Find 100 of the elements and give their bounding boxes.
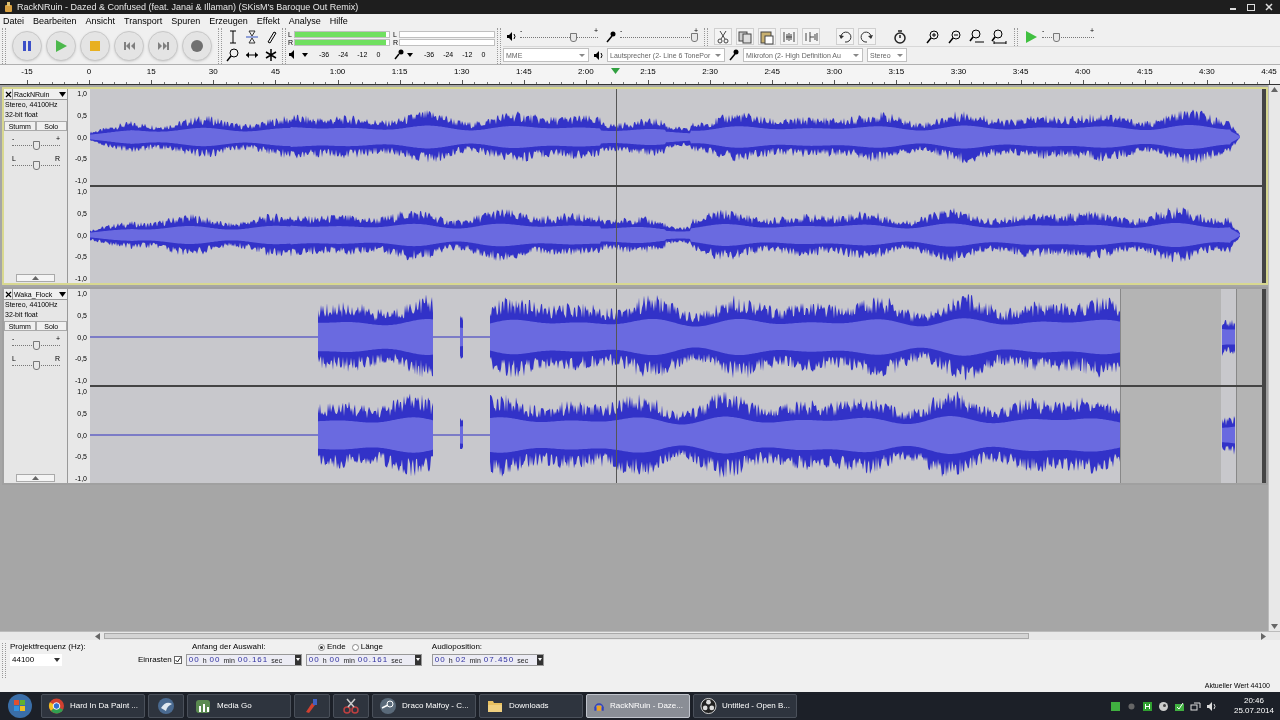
taskbar-button[interactable]: Downloads [479,694,583,718]
skip-to-start-button[interactable] [114,31,144,61]
h-box-icon[interactable] [1141,700,1153,712]
dropdown-arrow-icon [59,291,66,297]
multi-tool-icon[interactable] [263,46,279,63]
check-box-icon[interactable] [1173,700,1185,712]
snap-checkbox[interactable]: Einrasten [138,656,182,664]
slider-thumb[interactable] [1053,32,1061,42]
ruler-label: 1:15 [391,68,408,76]
copy-button[interactable] [736,28,754,46]
ruler-label: 2:45 [764,68,780,76]
record-icon [191,40,203,52]
redo-button[interactable] [858,28,876,46]
undo-button[interactable] [836,28,854,46]
ruler-label: 45 [270,68,280,76]
volume-icon[interactable] [1205,700,1217,712]
ruler-label: 15 [146,68,156,76]
fit-project-icon[interactable] [991,28,1007,45]
slider-thumb[interactable] [32,161,40,170]
ruler-label: 1:45 [516,68,532,76]
menu-item[interactable]: Transport [124,16,163,26]
close-track-button[interactable] [4,89,13,99]
caret-icon [294,655,301,665]
slider-thumb[interactable] [691,32,698,42]
bird-icon [157,697,175,715]
slider-thumb[interactable] [569,32,577,42]
radio-option[interactable]: Länge [351,643,383,651]
menu-item[interactable]: Effekt [256,16,280,26]
tray-app-icon[interactable] [1109,700,1121,712]
menu-item[interactable]: Datei [3,16,24,26]
caret-icon [414,655,421,665]
taskbar-button[interactable]: Media Go [187,694,291,718]
check-icon [174,657,181,663]
record-button[interactable] [182,31,212,61]
taskbar-button[interactable] [148,694,184,718]
menu-item[interactable]: Ansicht [85,16,116,26]
menu-item[interactable]: Analyse [288,16,321,26]
timer-icon[interactable] [892,28,908,45]
waveform[interactable] [90,387,1262,483]
network-icon[interactable] [1189,700,1201,712]
slider-thumb[interactable] [32,141,40,150]
speaker-icon [506,31,516,43]
trim-button[interactable] [780,28,798,46]
collapse-track-button[interactable] [16,274,55,282]
waveform[interactable] [90,89,1262,185]
maximize-icon[interactable] [1244,2,1258,12]
horizontal-scrollbar[interactable] [0,631,1280,640]
ruler-label: 30 [208,68,218,76]
caret-icon [897,52,904,58]
zoom-in-icon[interactable] [925,28,941,45]
scroll-up-icon[interactable] [1271,87,1278,92]
taskbar-button[interactable]: Draco Malfoy - C... [372,694,476,718]
ruler-label: 3:30 [950,68,967,76]
microphone-icon [606,30,616,43]
taskbar-button[interactable] [333,694,369,718]
timeline-ruler[interactable]: -15 0 15 30 45 1:00 1:15 1:30 1:45 2:00 2:15 2:30 2:45 3:00 3:15 3:30 3:45 4:00 4:15 4:30 4:45 [0,65,1280,85]
collapse-track-button[interactable] [16,474,55,482]
taskbar-button[interactable]: Hard In Da Paint ... [41,694,145,718]
ruler-label: 2:30 [702,68,718,76]
scroll-left-icon[interactable] [95,633,100,640]
caret-icon [579,52,586,58]
speaker-icon [593,49,603,61]
skip-to-end-icon [157,42,169,50]
waveform[interactable] [90,289,1262,385]
waveform[interactable] [90,187,1262,283]
slider-thumb[interactable] [32,361,40,370]
ruler-label: 4:45 [1261,68,1277,76]
envelope-tool-icon[interactable] [244,29,260,46]
taskbar-button[interactable]: Untitled - Open B... [693,694,797,718]
menu-item[interactable]: Spuren [171,16,201,26]
clock[interactable]: 20:46 25.07.2014 [1233,696,1274,716]
start-button-icon[interactable] [6,693,34,719]
scissors-button[interactable] [714,28,732,46]
zoom-tool-icon[interactable] [225,46,241,63]
ruler-label: -15 [21,68,33,76]
scroll-down-icon[interactable] [1271,624,1278,629]
vertical-scrollbar[interactable] [1268,85,1280,631]
field-label: Anfang der Auswahl: [192,643,267,651]
fit-selection-icon[interactable] [969,28,985,45]
play-icon [55,40,67,52]
radio-option[interactable]: Ende [318,643,346,651]
scrollbar-thumb[interactable] [104,633,1029,639]
menu-item[interactable]: Hilfe [329,16,348,26]
browser-icon [48,697,65,715]
pause-button[interactable] [12,31,42,61]
rate-dropdown[interactable]: 44100 [10,654,62,666]
close-icon[interactable] [1262,2,1276,12]
slider-thumb[interactable] [32,341,40,350]
speaker-dropdown-icon[interactable] [288,49,310,60]
scroll-right-icon[interactable] [1261,633,1266,640]
scissors-icon [715,28,731,45]
menu-item[interactable]: Bearbeiten [33,16,77,26]
microphone-dropdown-icon[interactable] [393,49,415,60]
dropdown-arrow-icon [59,91,66,97]
zoom-out-icon[interactable] [947,28,963,45]
skip-to-end-button[interactable] [148,31,178,61]
menu-item[interactable]: Erzeugen [209,16,248,26]
window-title: RackNRuin - Dazed & Confused (feat. Janai & Illaman) (SKisM's Baroque Out Remix) [17,2,359,12]
close-track-button[interactable] [4,289,13,299]
paste-button[interactable] [758,28,776,46]
